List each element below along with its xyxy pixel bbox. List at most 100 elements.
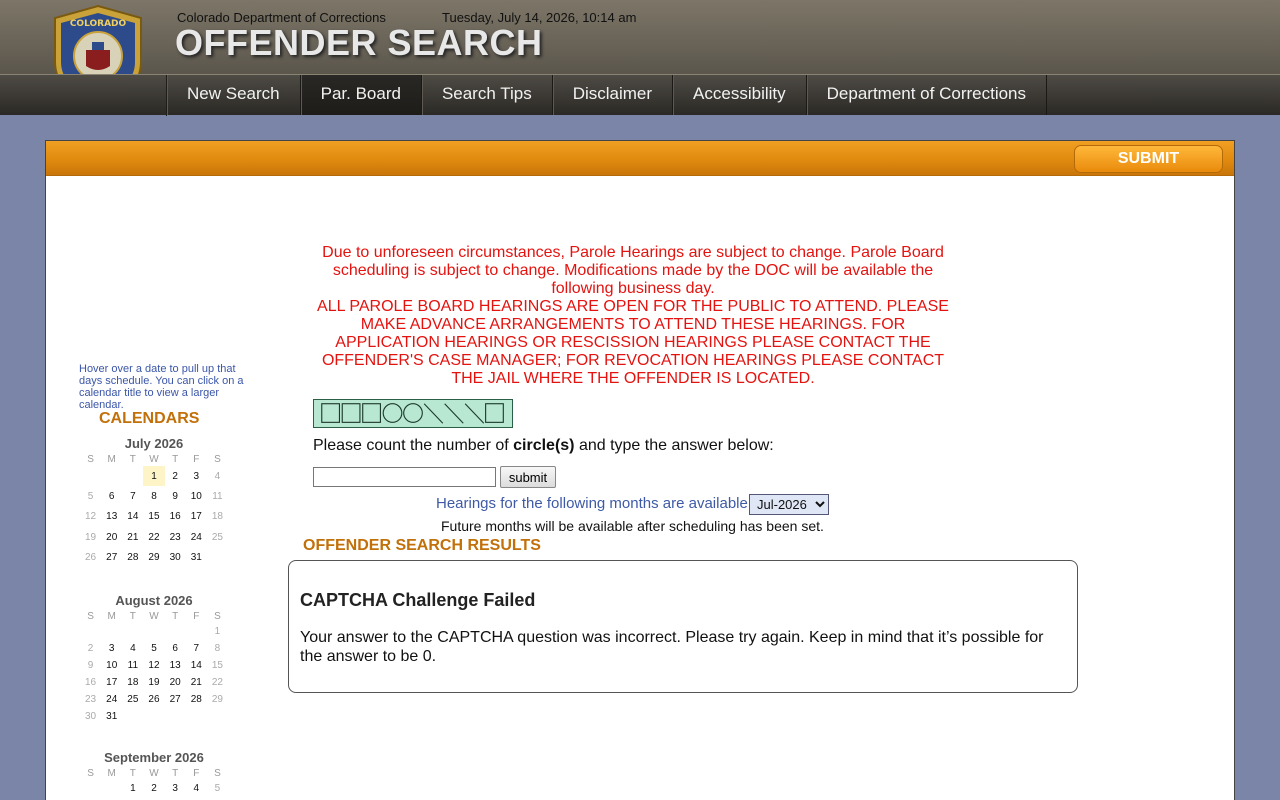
calendar-day[interactable]: 27 [101, 547, 122, 567]
nav-search-tips[interactable]: Search Tips [422, 75, 553, 115]
notice-schedule-change: Due to unforeseen circumstances, Parole … [322, 244, 944, 297]
calendar-day[interactable]: 8 [207, 640, 228, 657]
calendar-day[interactable]: 12 [143, 657, 164, 674]
calendar-empty-cell [122, 466, 143, 486]
calendar-day[interactable]: 24 [101, 691, 122, 708]
calendar-weekday-label: S [214, 768, 221, 779]
captcha-square-shape [321, 403, 341, 423]
calendar-day[interactable]: 4 [122, 640, 143, 657]
calendar-day[interactable]: 16 [165, 507, 186, 527]
calendar-day[interactable]: 1 [207, 623, 228, 640]
calendar-day[interactable]: 10 [101, 657, 122, 674]
captcha-answer-input[interactable] [313, 467, 496, 487]
calendar-empty-cell [80, 466, 101, 486]
calendar-title[interactable]: September 2026 [80, 750, 228, 767]
calendar-weekday-label: S [87, 454, 94, 465]
calendar-title[interactable]: July 2026 [80, 436, 228, 453]
calendar-day[interactable]: 4 [186, 780, 207, 797]
calendar-day[interactable]: 24 [186, 527, 207, 547]
submit-button[interactable]: SUBMIT [1074, 145, 1223, 173]
calendar-day[interactable]: 13 [165, 657, 186, 674]
calendar-day[interactable]: 5 [143, 640, 164, 657]
calendar-day[interactable]: 17 [186, 507, 207, 527]
nav-parole-board[interactable]: Par. Board [300, 75, 422, 115]
calendar-day[interactable]: 11 [122, 657, 143, 674]
calendar-hint: Hover over a date to pull up that days s… [79, 363, 244, 411]
calendar-day[interactable]: 3 [186, 466, 207, 486]
calendar-day[interactable]: 11 [207, 486, 228, 506]
month-select[interactable]: Jul-2026 [749, 494, 829, 515]
calendar-day[interactable]: 3 [165, 780, 186, 797]
calendar-day[interactable]: 19 [80, 527, 101, 547]
calendar-day[interactable]: 21 [122, 527, 143, 547]
calendar-weekday-label: W [149, 611, 159, 622]
calendar-day[interactable]: 30 [165, 547, 186, 567]
calendar-day[interactable]: 7 [122, 486, 143, 506]
calendar-weekday-label: S [214, 454, 221, 465]
calendar-day[interactable]: 1 [143, 466, 165, 487]
calendar-day[interactable]: 26 [143, 691, 164, 708]
calendar-day[interactable]: 30 [80, 708, 101, 725]
calendar-weekday-label: W [149, 768, 159, 779]
calendar-day[interactable]: 9 [165, 486, 186, 506]
calendar-day[interactable]: 5 [80, 486, 101, 506]
calendar-day[interactable]: 6 [101, 486, 122, 506]
calendar-day[interactable]: 15 [207, 657, 228, 674]
calendar-day[interactable]: 22 [143, 527, 164, 547]
calendar-day[interactable]: 14 [186, 657, 207, 674]
calendar-day[interactable]: 28 [186, 691, 207, 708]
calendar-day[interactable]: 23 [165, 527, 186, 547]
nav-accessibility[interactable]: Accessibility [673, 75, 807, 115]
calendar-title[interactable]: August 2026 [80, 593, 228, 610]
calendar-day[interactable]: 2 [143, 780, 164, 797]
calendar-day[interactable]: 10 [186, 486, 207, 506]
calendar-day[interactable]: 15 [143, 507, 164, 527]
calendar-day[interactable]: 22 [207, 674, 228, 691]
calendar-day[interactable]: 19 [143, 674, 164, 691]
calendar-day[interactable]: 27 [165, 691, 186, 708]
calendar-day[interactable]: 18 [207, 507, 228, 527]
calendar-day[interactable]: 2 [80, 640, 101, 657]
calendar-weekday-label: M [107, 611, 116, 622]
captcha-circle-shape [382, 403, 403, 423]
calendar-day[interactable]: 14 [122, 507, 143, 527]
captcha-submit-button[interactable]: submit [500, 466, 556, 488]
calendar-day[interactable]: 20 [165, 674, 186, 691]
calendar-day[interactable]: 23 [80, 691, 101, 708]
calendar-day[interactable]: 7 [186, 640, 207, 657]
calendar-day[interactable]: 20 [101, 527, 122, 547]
captcha-shape-name: circle(s) [513, 437, 575, 454]
calendar-day[interactable]: 26 [80, 547, 101, 567]
calendar-day[interactable]: 31 [101, 708, 122, 725]
calendar-day[interactable]: 8 [143, 486, 164, 506]
calendar-day[interactable]: 3 [101, 640, 122, 657]
calendar-day[interactable]: 2 [165, 466, 186, 486]
calendar-day[interactable]: 13 [101, 507, 122, 527]
calendar-weekday-label: T [129, 454, 136, 465]
calendar-day[interactable]: 1 [122, 780, 143, 797]
calendar-day[interactable]: 18 [122, 674, 143, 691]
calendar-empty-cell [80, 780, 101, 797]
calendar-day[interactable]: 31 [186, 547, 207, 567]
calendar-day[interactable]: 29 [143, 547, 164, 567]
calendar-day[interactable]: 25 [207, 527, 228, 547]
calendar-day[interactable]: 17 [101, 674, 122, 691]
calendar-day[interactable]: 5 [207, 780, 228, 797]
calendar-empty-cell [122, 623, 143, 640]
calendar-day[interactable]: 16 [80, 674, 101, 691]
future-months-note: Future months will be available after sc… [441, 518, 824, 534]
calendar-day[interactable]: 12 [80, 507, 101, 527]
nav-disclaimer[interactable]: Disclaimer [553, 75, 674, 115]
calendar-day[interactable]: 9 [80, 657, 101, 674]
nav-department-of-corrections[interactable]: Department of Corrections [807, 75, 1048, 115]
nav-new-search[interactable]: New Search [167, 75, 301, 115]
calendar-weekday-label: M [107, 454, 116, 465]
calendar-day[interactable]: 4 [207, 466, 228, 486]
calendar-day[interactable]: 28 [122, 547, 143, 567]
calendar-day[interactable]: 29 [207, 691, 228, 708]
calendar-weekday-label: T [129, 611, 136, 622]
calendar-day[interactable]: 6 [165, 640, 186, 657]
calendar-weekday-label: F [193, 611, 200, 622]
calendar-day[interactable]: 21 [186, 674, 207, 691]
calendar-day[interactable]: 25 [122, 691, 143, 708]
